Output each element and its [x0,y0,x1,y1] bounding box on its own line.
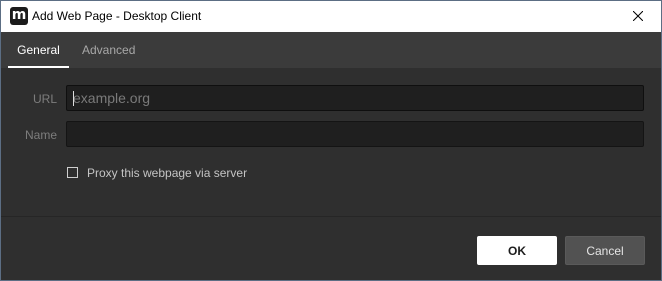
tab-general-label: General [17,43,60,57]
cancel-button[interactable]: Cancel [565,236,645,265]
app-logo-icon: m [10,7,28,25]
tab-bar: General Advanced [1,32,661,68]
text-caret [73,91,74,106]
window-title: Add Web Page - Desktop Client [32,9,202,23]
close-button[interactable] [615,1,661,32]
url-label: URL [32,92,57,106]
ok-button[interactable]: OK [477,236,557,265]
proxy-checkbox-label[interactable]: Proxy this webpage via server [87,165,247,181]
tab-advanced[interactable]: Advanced [82,32,135,68]
title-bar[interactable]: m Add Web Page - Desktop Client [1,1,661,32]
active-tab-indicator [8,66,69,68]
url-input[interactable] [66,85,644,111]
proxy-checkbox[interactable] [67,167,78,178]
tab-general[interactable]: General [8,32,69,68]
name-input[interactable] [66,121,644,147]
dialog-footer: OK Cancel [1,217,661,280]
close-icon [633,11,643,21]
name-label: Name [24,128,57,142]
add-web-page-dialog: m Add Web Page - Desktop Client General … [0,0,662,281]
tab-advanced-label: Advanced [82,43,136,57]
